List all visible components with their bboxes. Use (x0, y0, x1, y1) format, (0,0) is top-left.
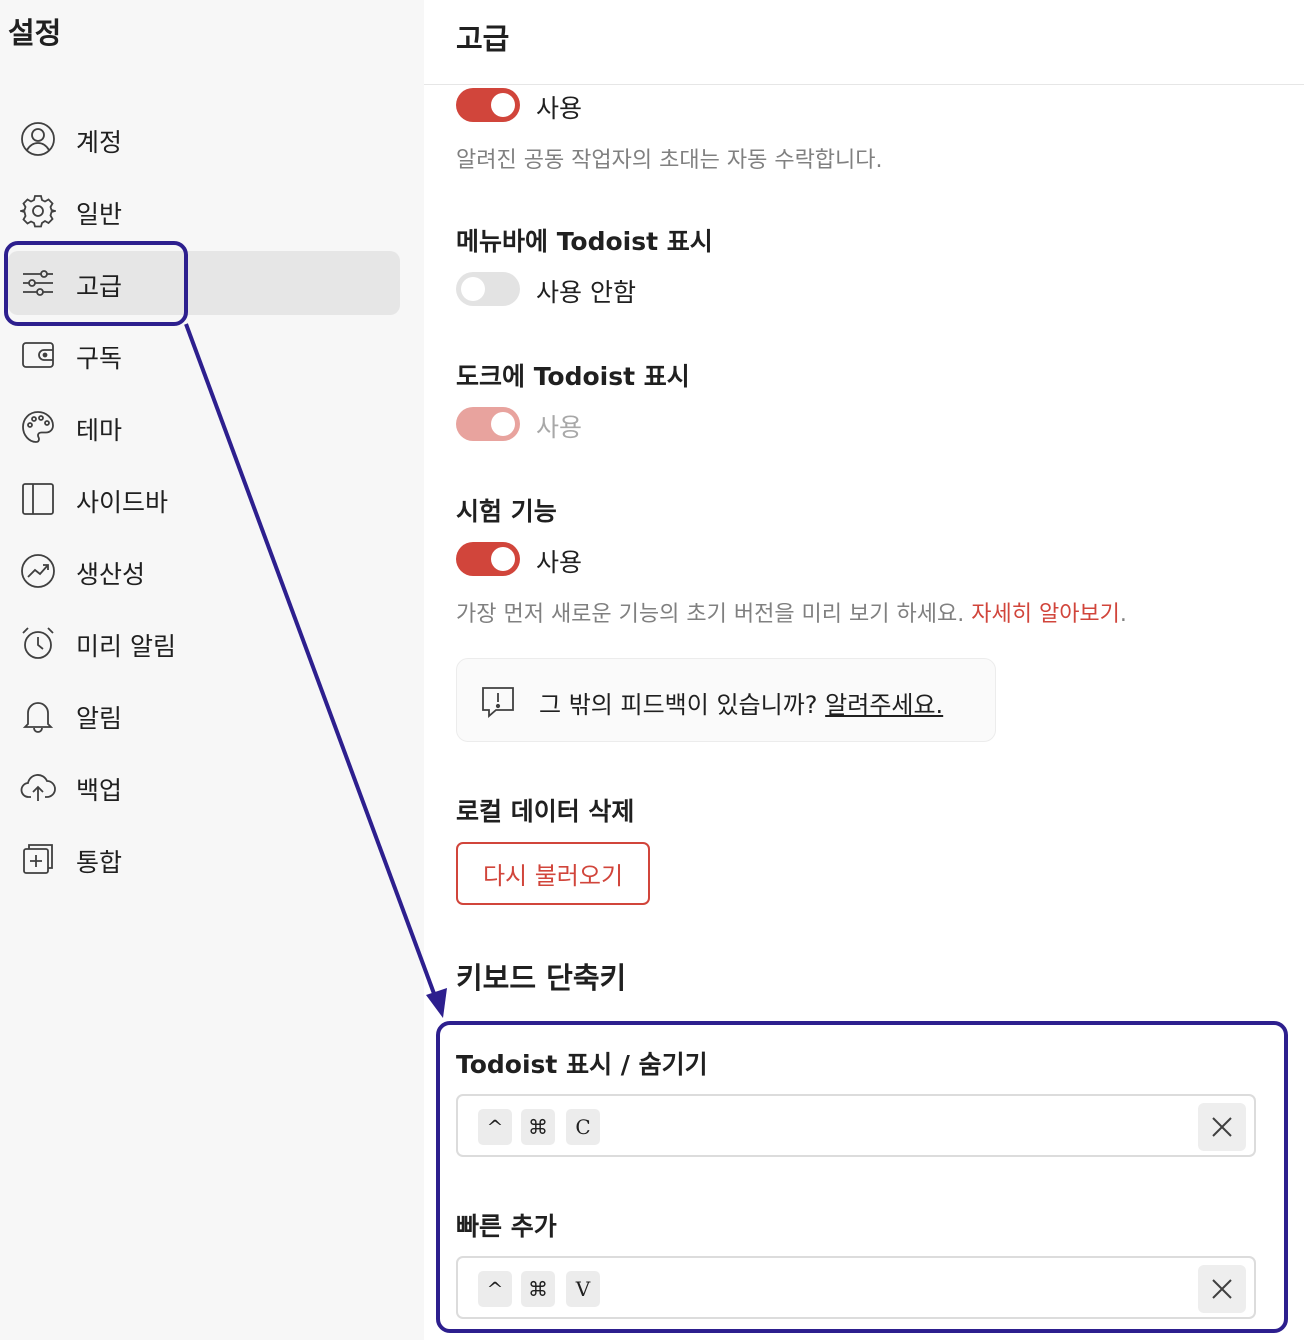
palette-icon (20, 409, 56, 445)
wallet-icon (20, 337, 56, 373)
toggle-knob (491, 412, 515, 436)
toggle-knob (491, 547, 515, 571)
feedback-link[interactable]: 알려주세요. (825, 691, 943, 719)
shortcut-key: C (566, 1109, 600, 1145)
settings-content: 고급 사용 알려진 공동 작업자의 초대는 자동 수락합니다. 메뉴바에 Tod… (424, 0, 1304, 1340)
sidebar-item-label: 계정 (76, 128, 123, 157)
feedback-question: 그 밖의 피드백이 있습니까? (539, 691, 818, 719)
toggle-knob (491, 93, 515, 117)
feedback-text: 그 밖의 피드백이 있습니까? 알려주세요. (539, 685, 943, 720)
shortcut-key: V (566, 1271, 600, 1307)
experimental-toggle-label: 사용 (536, 548, 583, 577)
experimental-section-title: 시험 기능 (456, 497, 557, 526)
sidebar-item-backups[interactable]: 백업 (8, 755, 400, 819)
sidebar-item-label: 일반 (76, 200, 123, 229)
sidebar-item-advanced[interactable]: 고급 (8, 251, 400, 315)
sidebar-item-subscription[interactable]: 구독 (8, 323, 400, 387)
quick-add-shortcut-field[interactable]: ^ ⌘ V (456, 1256, 1256, 1319)
reload-button[interactable]: 다시 불러오기 (456, 842, 650, 905)
feedback-box: 그 밖의 피드백이 있습니까? 알려주세요. (456, 658, 996, 742)
gear-icon (20, 193, 56, 229)
plus-square-icon (20, 841, 56, 877)
close-icon (1212, 1117, 1232, 1137)
sidebar-item-label: 사이드바 (76, 488, 169, 517)
menubar-toggle-label: 사용 안함 (536, 278, 636, 307)
auto-accept-toggle[interactable] (456, 88, 520, 122)
sidebar-title: 설정 (8, 16, 62, 50)
toggle-shortcut-field[interactable]: ^ ⌘ C (456, 1094, 1256, 1157)
settings-sidebar: 설정 계정 일반 고급 구독 테마 사이드바 생산성 미리 알림 알림 백업 통… (0, 0, 424, 1340)
trend-icon (20, 553, 56, 589)
sidebar-item-label: 알림 (76, 704, 123, 733)
sidebar-icon (20, 481, 56, 517)
quick-add-shortcut-title: 빠른 추가 (456, 1212, 557, 1241)
bell-icon (20, 697, 56, 733)
sidebar-item-reminders[interactable]: 미리 알림 (8, 611, 400, 675)
sidebar-item-label: 통합 (76, 848, 123, 877)
cloud-upload-icon (20, 769, 56, 805)
learn-more-link[interactable]: 자세히 알아보기 (971, 602, 1120, 627)
clear-shortcut-button[interactable] (1198, 1103, 1246, 1151)
sidebar-item-label: 구독 (76, 344, 123, 373)
experimental-description: 가장 먼저 새로운 기능의 초기 버전을 미리 보기 하세요. 자세히 알아보기… (456, 596, 1127, 628)
sidebar-item-general[interactable]: 일반 (8, 179, 400, 243)
content-header: 고급 (424, 0, 1304, 85)
toggle-shortcut-title: Todoist 표시 / 숨기기 (456, 1050, 708, 1079)
menubar-toggle[interactable] (456, 272, 520, 306)
shortcuts-section-title: 키보드 단축키 (456, 961, 627, 995)
alarm-clock-icon (20, 625, 56, 661)
shortcut-key: ⌘ (521, 1271, 555, 1307)
description-period: . (1119, 602, 1127, 627)
sidebar-item-label: 생산성 (76, 560, 146, 589)
sidebar-item-productivity[interactable]: 생산성 (8, 539, 400, 603)
page-title: 고급 (456, 22, 510, 56)
sliders-icon (20, 265, 56, 301)
sidebar-item-notifications[interactable]: 알림 (8, 683, 400, 747)
clear-shortcut-button[interactable] (1198, 1265, 1246, 1313)
auto-accept-toggle-label: 사용 (536, 94, 583, 123)
sidebar-item-theme[interactable]: 테마 (8, 395, 400, 459)
shortcut-key: ⌘ (521, 1109, 555, 1145)
experimental-toggle[interactable] (456, 542, 520, 576)
local-data-section-title: 로컬 데이터 삭제 (456, 797, 635, 826)
toggle-knob (461, 277, 485, 301)
dock-toggle (456, 407, 520, 441)
sidebar-item-label: 백업 (76, 776, 123, 805)
feedback-alert-icon (479, 683, 517, 721)
shortcut-key: ^ (478, 1271, 512, 1307)
experimental-description-text: 가장 먼저 새로운 기능의 초기 버전을 미리 보기 하세요. (456, 602, 965, 627)
sidebar-item-integrations[interactable]: 통합 (8, 827, 400, 891)
sidebar-item-account[interactable]: 계정 (8, 107, 400, 171)
sidebar-item-label: 테마 (76, 416, 123, 445)
dock-section-title: 도크에 Todoist 표시 (456, 362, 690, 391)
account-icon (20, 121, 56, 157)
close-icon (1212, 1279, 1232, 1299)
sidebar-item-label: 고급 (76, 272, 123, 301)
dock-toggle-label: 사용 (536, 413, 583, 442)
auto-accept-description: 알려진 공동 작업자의 초대는 자동 수락합니다. (456, 148, 883, 173)
menubar-section-title: 메뉴바에 Todoist 표시 (456, 227, 713, 256)
sidebar-item-label: 미리 알림 (76, 632, 176, 661)
shortcut-key: ^ (478, 1109, 512, 1145)
sidebar-item-sidebar[interactable]: 사이드바 (8, 467, 400, 531)
